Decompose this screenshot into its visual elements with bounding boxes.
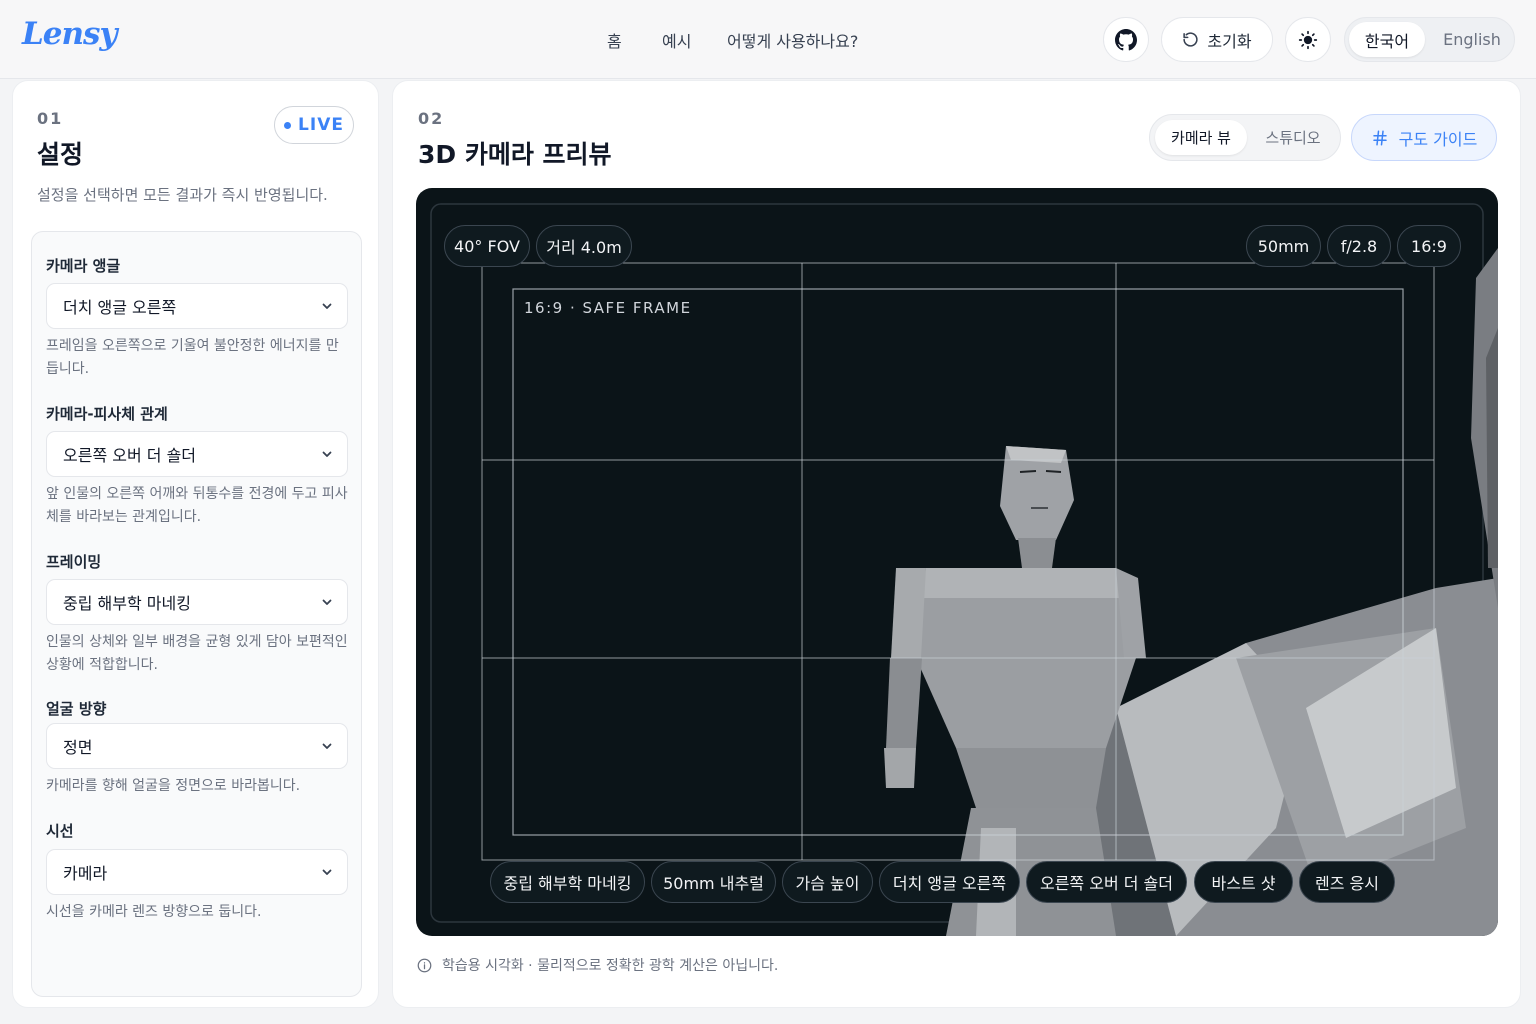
aspect-ratio-chip: 16:9 bbox=[1397, 225, 1461, 267]
view-mode-toggle: 카메라 뷰 스튜디오 bbox=[1149, 114, 1341, 161]
top-bar: Lensy 홈 예시 어떻게 사용하나요? 초기화 한국어 English bbox=[0, 0, 1536, 79]
summary-chip-lens: 50mm 내추럴 bbox=[651, 861, 776, 903]
view-studio-tab[interactable]: 스튜디오 bbox=[1250, 120, 1336, 155]
gaze-value: 카메라 bbox=[63, 864, 108, 883]
camera-angle-hint: 프레임을 오른쪽으로 기울여 불안정한 에너지를 만듭니다. bbox=[46, 338, 339, 377]
view-camera-tab[interactable]: 카메라 뷰 bbox=[1155, 120, 1247, 155]
fov-chip: 40° FOV bbox=[444, 225, 530, 267]
summary-chip-framing: 중립 해부학 마네킹 bbox=[490, 861, 645, 903]
framing-select[interactable]: 중립 해부학 마네킹 bbox=[46, 579, 348, 625]
chevron-down-icon bbox=[322, 869, 332, 875]
live-dot-icon bbox=[284, 121, 292, 129]
language-english[interactable]: English bbox=[1433, 22, 1511, 57]
settings-subtitle: 설정을 선택하면 모든 결과가 즉시 반영됩니다. bbox=[37, 186, 328, 204]
face-direction-value: 정면 bbox=[63, 738, 93, 757]
reset-button[interactable]: 초기화 bbox=[1161, 17, 1273, 62]
footnote: 학습용 시각화 · 물리적으로 정확한 광학 계산은 아닙니다. bbox=[417, 955, 778, 975]
composition-guide-button[interactable]: 구도 가이드 bbox=[1351, 114, 1497, 161]
nav-examples[interactable]: 예시 bbox=[662, 28, 691, 52]
camera-viewport[interactable]: 16:9 · SAFE FRAME 40° FOV 거리 4.0m 50mm f… bbox=[416, 188, 1498, 936]
logo[interactable]: Lensy bbox=[22, 16, 118, 52]
composition-guide-label: 구도 가이드 bbox=[1398, 129, 1478, 149]
distance-chip: 거리 4.0m bbox=[536, 225, 632, 267]
face-direction-label: 얼굴 방향 bbox=[46, 700, 107, 718]
sun-icon bbox=[1298, 30, 1318, 49]
settings-section-number: 01 bbox=[37, 109, 64, 128]
gaze-select[interactable]: 카메라 bbox=[46, 849, 348, 895]
nav-home[interactable]: 홈 bbox=[607, 28, 622, 52]
aperture-chip: f/2.8 bbox=[1327, 225, 1391, 267]
footnote-text: 학습용 시각화 · 물리적으로 정확한 광학 계산은 아닙니다. bbox=[442, 958, 779, 974]
summary-chip-height: 가슴 높이 bbox=[782, 861, 873, 903]
safe-frame-label: 16:9 · SAFE FRAME bbox=[524, 299, 692, 317]
live-label: LIVE bbox=[298, 115, 344, 135]
framing-value: 중립 해부학 마네킹 bbox=[63, 594, 191, 613]
summary-chip-gaze: 렌즈 응시 bbox=[1299, 861, 1395, 903]
summary-chip-shot: 바스트 샷 bbox=[1194, 861, 1293, 903]
language-korean[interactable]: 한국어 bbox=[1349, 22, 1425, 57]
framing-label: 프레이밍 bbox=[46, 553, 102, 571]
gaze-hint: 시선을 카메라 렌즈 방향으로 둡니다. bbox=[46, 904, 262, 920]
preview-section-number: 02 bbox=[418, 109, 445, 128]
chevron-down-icon bbox=[322, 303, 332, 309]
settings-title: 설정 bbox=[37, 140, 84, 169]
preview-panel: 02 3D 카메라 프리뷰 카메라 뷰 스튜디오 구도 가이드 16:9 · S… bbox=[392, 80, 1521, 1008]
camera-angle-value: 더치 앵글 오른쪽 bbox=[63, 298, 177, 317]
language-toggle: 한국어 English bbox=[1344, 17, 1515, 62]
live-badge: LIVE bbox=[274, 106, 354, 144]
chevron-down-icon bbox=[322, 743, 332, 749]
chevron-down-icon bbox=[322, 451, 332, 457]
summary-chip-angle: 더치 앵글 오른쪽 bbox=[879, 861, 1020, 903]
summary-chip-relation: 오른쪽 오버 더 숄더 bbox=[1026, 861, 1187, 903]
theme-toggle-button[interactable] bbox=[1285, 17, 1331, 62]
github-icon bbox=[1115, 28, 1137, 50]
camera-subject-label: 카메라-피사체 관계 bbox=[46, 405, 168, 423]
grid-hash-icon bbox=[1372, 130, 1387, 145]
face-direction-select[interactable]: 정면 bbox=[46, 723, 348, 769]
github-button[interactable] bbox=[1103, 17, 1149, 62]
nav-how-to-use[interactable]: 어떻게 사용하나요? bbox=[727, 28, 858, 52]
framing-hint: 인물의 상체와 일부 배경을 균형 있게 담아 보편적인 상황에 적합합니다. bbox=[46, 634, 348, 673]
reset-label: 초기화 bbox=[1207, 31, 1252, 51]
camera-angle-select[interactable]: 더치 앵글 오른쪽 bbox=[46, 283, 348, 329]
gaze-label: 시선 bbox=[46, 822, 74, 840]
camera-angle-label: 카메라 앵글 bbox=[46, 257, 121, 275]
camera-subject-hint: 앞 인물의 오른쪽 어깨와 뒤통수를 전경에 두고 피사체를 바라보는 관계입니… bbox=[46, 486, 348, 525]
focal-length-chip: 50mm bbox=[1246, 225, 1321, 267]
info-icon bbox=[417, 958, 432, 972]
preview-title: 3D 카메라 프리뷰 bbox=[418, 140, 612, 169]
reset-icon bbox=[1183, 32, 1199, 47]
settings-form: 카메라 앵글 더치 앵글 오른쪽 프레임을 오른쪽으로 기울여 불안정한 에너지… bbox=[31, 231, 362, 997]
chevron-down-icon bbox=[322, 599, 332, 605]
settings-panel: 01 설정 LIVE 설정을 선택하면 모든 결과가 즉시 반영됩니다. 카메라… bbox=[12, 80, 379, 1008]
camera-subject-value: 오른쪽 오버 더 숄더 bbox=[63, 446, 197, 465]
camera-subject-select[interactable]: 오른쪽 오버 더 숄더 bbox=[46, 431, 348, 477]
face-direction-hint: 카메라를 향해 얼굴을 정면으로 바라봅니다. bbox=[46, 778, 301, 794]
